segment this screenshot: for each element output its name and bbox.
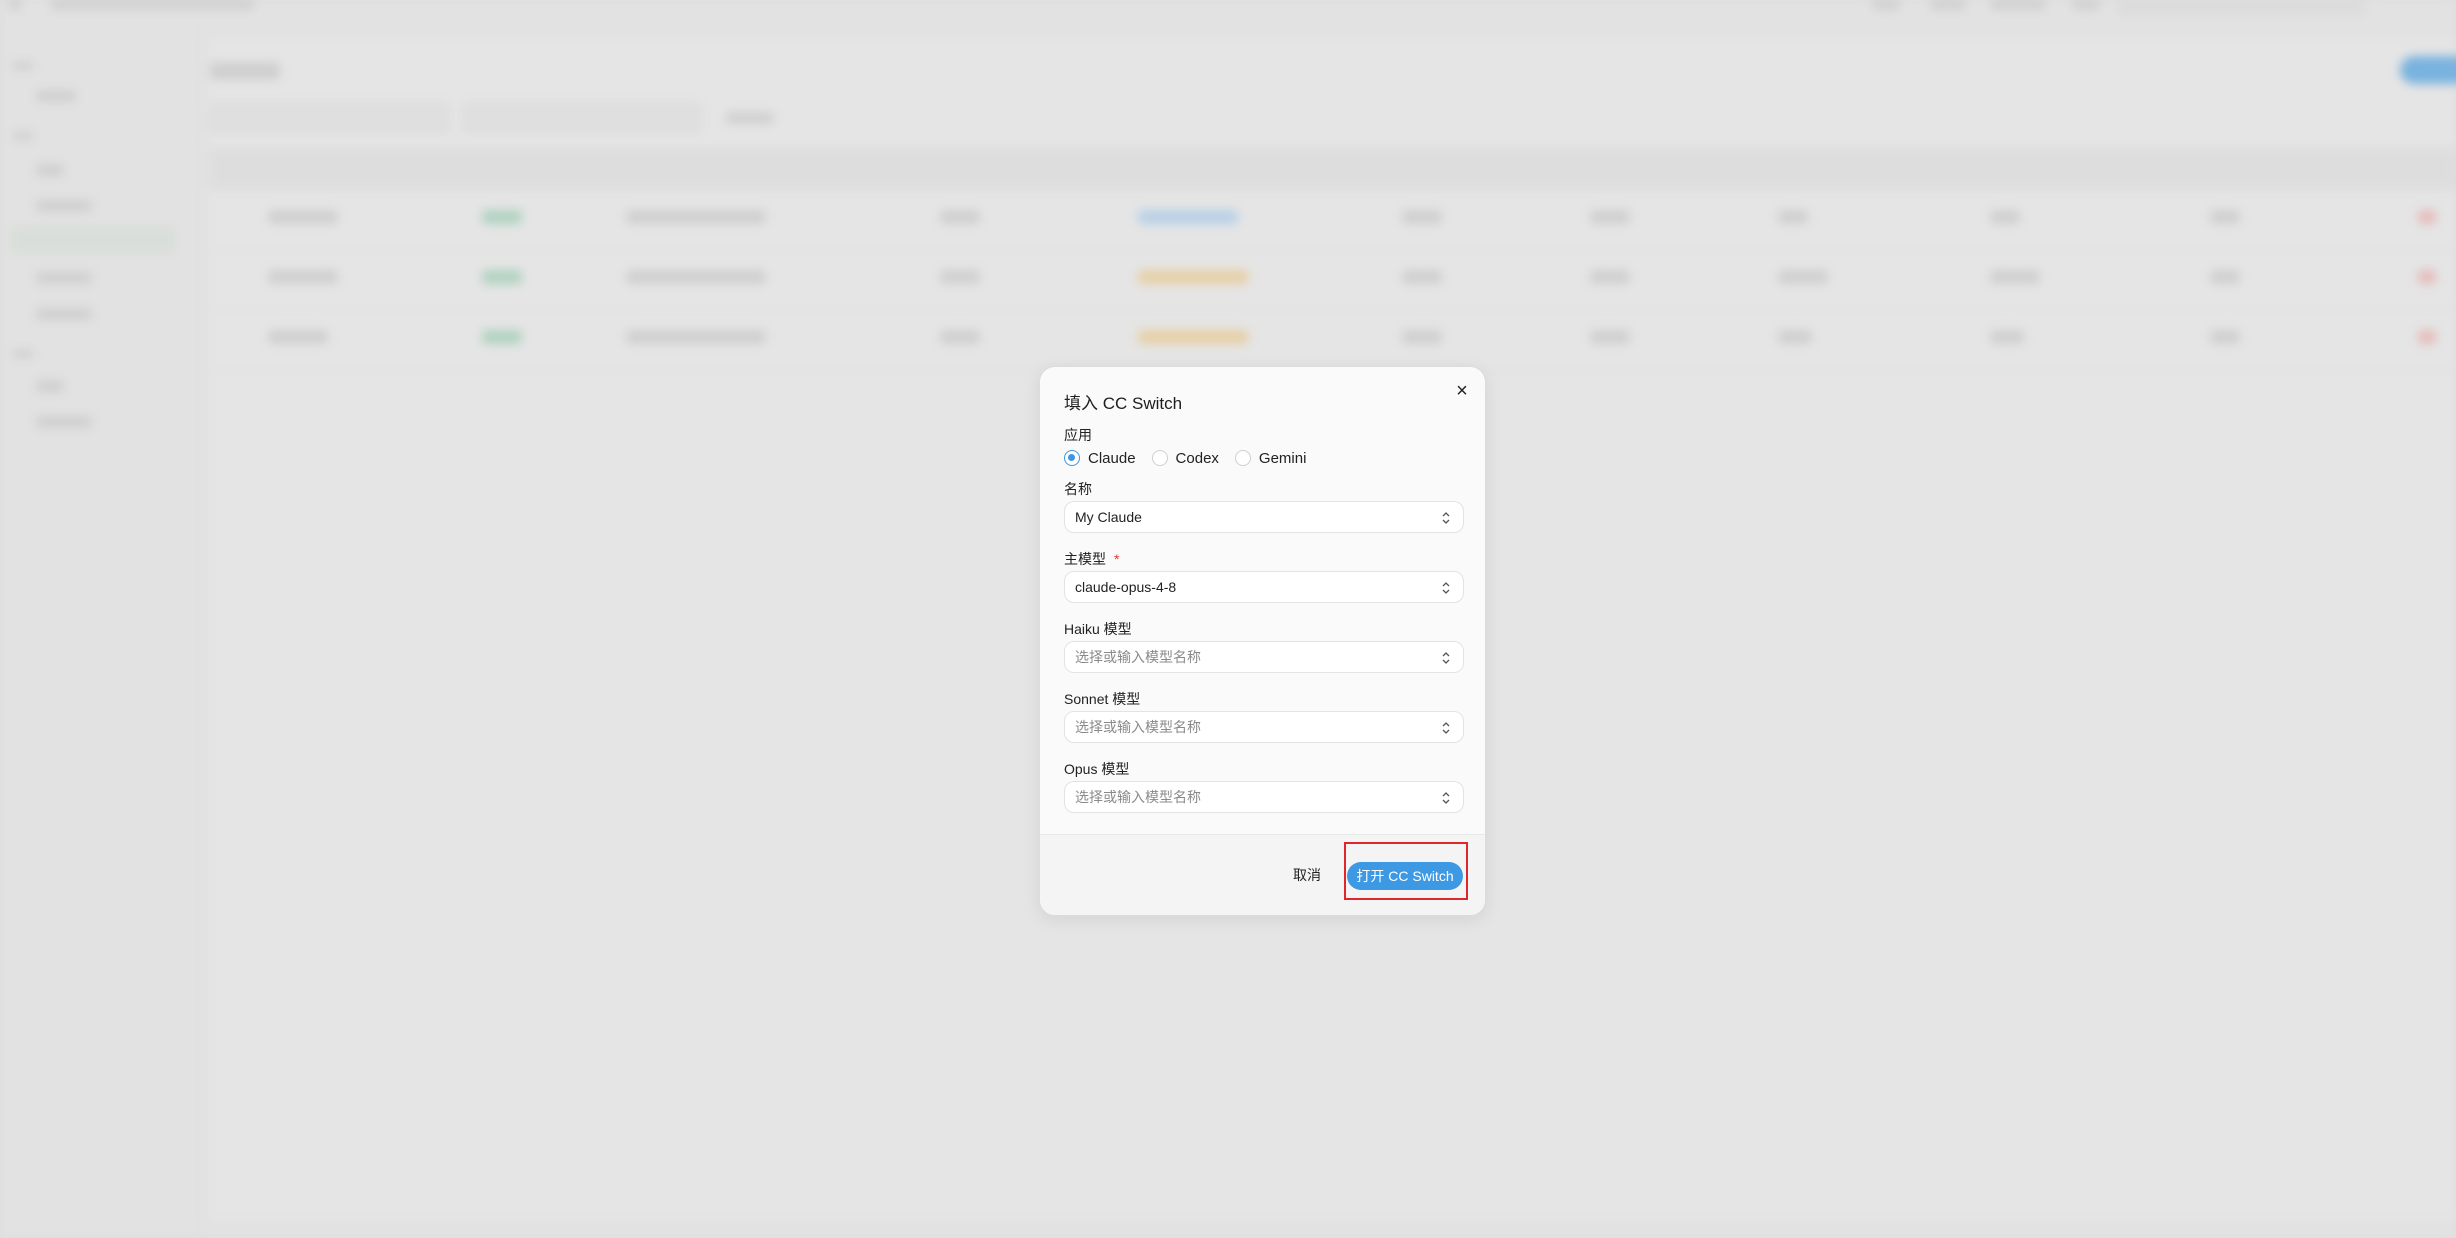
sonnet-model-combobox[interactable]: [1064, 711, 1464, 743]
radio-claude[interactable]: Claude: [1064, 450, 1136, 467]
cc-switch-dialog: 填入 CC Switch × 应用 Claude Codex Gemini 名称…: [1039, 366, 1486, 916]
radio-gemini[interactable]: Gemini: [1234, 449, 1307, 467]
main-model-input[interactable]: [1075, 579, 1415, 595]
name-input[interactable]: [1075, 509, 1415, 525]
app-label: 应用: [1064, 427, 1092, 443]
name-combobox[interactable]: [1064, 501, 1464, 533]
radio-unchecked-icon: [1234, 450, 1251, 466]
opus-model-input[interactable]: [1075, 789, 1415, 805]
haiku-model-input[interactable]: [1075, 649, 1415, 665]
opus-model-combobox[interactable]: [1064, 781, 1464, 813]
radio-label: Codex: [1175, 449, 1219, 467]
sonnet-model-input[interactable]: [1075, 719, 1415, 735]
chevron-up-down-icon: [1442, 722, 1450, 734]
cancel-button[interactable]: 取消: [1286, 862, 1328, 888]
main-model-label: 主模型 *: [1064, 549, 1119, 569]
radio-checked-icon: [1064, 450, 1080, 466]
name-label: 名称: [1064, 481, 1092, 497]
close-icon: ×: [1456, 380, 1468, 402]
chevron-up-down-icon: [1442, 792, 1450, 804]
dialog-title: 填入 CC Switch: [1064, 394, 1183, 413]
sonnet-model-label: Sonnet 模型: [1064, 691, 1141, 707]
haiku-model-combobox[interactable]: [1064, 641, 1464, 673]
footer-divider: [1040, 834, 1485, 835]
app-radio-group: Claude Codex Gemini: [1064, 447, 1322, 469]
chevron-up-down-icon: [1442, 652, 1450, 664]
chevron-up-down-icon: [1442, 512, 1450, 524]
required-mark: *: [1114, 551, 1120, 567]
opus-model-label: Opus 模型: [1064, 761, 1130, 777]
highlight-box: [1344, 842, 1468, 900]
main-model-label-text: 主模型: [1064, 551, 1106, 567]
radio-label: Gemini: [1258, 449, 1307, 467]
close-button[interactable]: ×: [1452, 381, 1472, 401]
main-model-combobox[interactable]: [1064, 571, 1464, 603]
haiku-model-label: Haiku 模型: [1064, 621, 1132, 637]
radio-label: Claude: [1088, 449, 1136, 467]
radio-codex[interactable]: Codex: [1151, 449, 1219, 467]
radio-unchecked-icon: [1151, 450, 1168, 466]
chevron-up-down-icon: [1442, 582, 1450, 594]
